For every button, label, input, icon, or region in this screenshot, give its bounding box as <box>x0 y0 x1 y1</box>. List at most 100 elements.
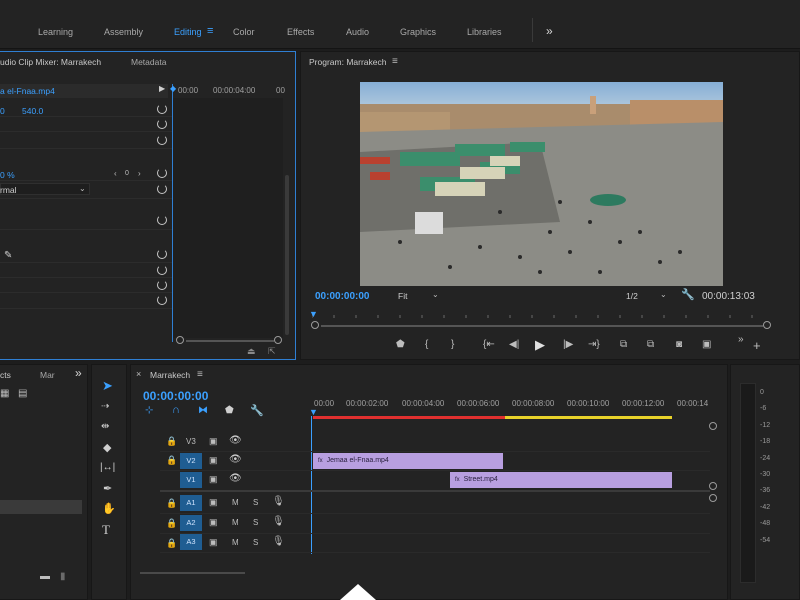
zoom-handle-left[interactable] <box>311 321 319 329</box>
step-forward-icon[interactable]: |▶ <box>563 339 573 350</box>
play-icon[interactable]: ▶ <box>535 337 545 353</box>
razor-tool-icon[interactable]: ◆ <box>103 441 111 454</box>
microphone-icon[interactable]: 🎙 <box>272 536 285 547</box>
program-video-frame[interactable] <box>360 82 723 286</box>
mute-button[interactable]: M <box>232 538 239 547</box>
wrench-icon[interactable]: 🔧 <box>681 288 695 301</box>
mute-button[interactable]: M <box>232 518 239 527</box>
snap-icon[interactable]: ∩ <box>172 404 180 416</box>
workspace-libraries[interactable]: Libraries <box>467 27 502 37</box>
solo-button[interactable]: S <box>253 498 258 507</box>
go-to-out-icon[interactable]: ⇥} <box>588 339 600 350</box>
export-frame-icon[interactable]: ⇱ <box>268 346 276 357</box>
panel-menu-icon[interactable]: ≡ <box>197 369 203 380</box>
next-keyframe-icon[interactable]: › <box>138 169 141 178</box>
pen-tool-icon[interactable]: ✒ <box>103 482 112 495</box>
video-audio-divider[interactable] <box>160 490 710 492</box>
new-item-icon[interactable]: ▤ <box>18 388 27 399</box>
track-target-a1[interactable]: A1 <box>180 495 202 511</box>
add-button-icon[interactable]: + <box>753 338 761 353</box>
program-timecode[interactable]: 00:00:00:00 <box>315 291 369 302</box>
track-target-v2[interactable]: V2 <box>180 453 202 469</box>
zoom-handle-left[interactable] <box>176 336 184 344</box>
tab-effects[interactable]: cts <box>0 370 11 380</box>
more-panels-icon[interactable]: » <box>75 366 82 380</box>
lift-icon[interactable]: ⧉ <box>620 339 627 350</box>
eye-icon[interactable]: 👁 <box>229 435 242 446</box>
workspace-graphics[interactable]: Graphics <box>400 27 436 37</box>
opacity-percent[interactable]: 0 % <box>0 170 15 180</box>
trash-icon[interactable]: ▮ <box>60 571 66 582</box>
reset-icon[interactable] <box>157 215 167 225</box>
extract-icon[interactable]: ⧉ <box>647 339 654 350</box>
nest-icon[interactable]: ⊹ <box>145 405 153 416</box>
workspace-editing[interactable]: Editing <box>174 27 202 37</box>
more-controls-icon[interactable]: » <box>738 334 744 345</box>
reset-icon[interactable] <box>157 184 167 194</box>
workspace-menu-icon[interactable]: ≡ <box>207 25 213 37</box>
solo-button[interactable]: S <box>253 538 258 547</box>
mute-button[interactable]: M <box>232 498 239 507</box>
eye-icon[interactable]: 👁 <box>229 473 242 484</box>
source-zoom-bar[interactable] <box>186 340 274 342</box>
reset-icon[interactable] <box>157 280 167 290</box>
microphone-icon[interactable]: 🎙 <box>272 516 285 527</box>
ripple-edit-tool-icon[interactable]: ⇹ <box>101 421 109 432</box>
sequence-tab[interactable]: Marrakech <box>150 370 190 380</box>
tab-audio-clip-mixer[interactable]: udio Clip Mixer: Marrakech <box>0 57 101 67</box>
workspace-color[interactable]: Color <box>233 27 255 37</box>
reset-icon[interactable] <box>157 104 167 114</box>
prev-keyframe-icon[interactable]: ‹ <box>114 169 117 178</box>
clip-v1[interactable]: fx Street.mp4 <box>450 472 672 488</box>
program-monitor-title[interactable]: Program: Marrakech <box>309 57 386 67</box>
comparison-view-icon[interactable]: ▣ <box>702 339 711 350</box>
sync-lock-icon[interactable]: ▣ <box>209 537 218 548</box>
add-marker-icon[interactable]: ⬟ <box>225 405 234 416</box>
vertical-zoom-handle[interactable] <box>709 494 717 502</box>
timeline-settings-icon[interactable]: 🔧 <box>250 404 264 417</box>
mark-out-icon[interactable]: } <box>451 339 454 350</box>
reset-icon[interactable] <box>157 119 167 129</box>
play-only-icon[interactable]: ▶ <box>159 84 165 93</box>
sync-lock-icon[interactable]: ▣ <box>209 436 218 447</box>
workspace-assembly[interactable]: Assembly <box>104 27 143 37</box>
reset-icon[interactable] <box>157 168 167 178</box>
sync-lock-icon[interactable]: ▣ <box>209 497 218 508</box>
eyedropper-icon[interactable]: ✎ <box>4 250 12 261</box>
reset-icon[interactable] <box>157 135 167 145</box>
more-workspaces-icon[interactable]: » <box>546 24 553 38</box>
timeline-timecode[interactable]: 00:00:00:00 <box>143 389 208 403</box>
vertical-zoom-handle[interactable] <box>709 422 717 430</box>
track-target-a2[interactable]: A2 <box>180 515 202 531</box>
camera-icon[interactable]: ◙ <box>676 339 682 350</box>
linked-selection-icon[interactable]: ⧓ <box>198 405 208 416</box>
reset-icon[interactable] <box>157 265 167 275</box>
keyframe-area[interactable] <box>173 98 283 338</box>
track-select-tool-icon[interactable]: ⇢ <box>101 401 109 412</box>
sync-lock-icon[interactable]: ▣ <box>209 517 218 528</box>
track-target-v1[interactable]: V1 <box>180 472 202 488</box>
microphone-icon[interactable]: 🎙 <box>272 496 285 507</box>
mark-in-icon[interactable]: { <box>425 339 428 350</box>
selection-tool-icon[interactable]: ➤ <box>102 378 113 394</box>
folder-icon[interactable]: ▬ <box>40 571 50 582</box>
timeline-horizontal-scrollbar[interactable] <box>140 572 245 574</box>
new-bin-icon[interactable]: ▦ <box>0 388 9 399</box>
track-target-a3[interactable]: A3 <box>180 534 202 550</box>
lock-icon[interactable]: 🔒 <box>166 538 177 549</box>
panel-menu-icon[interactable]: ≡ <box>392 56 398 67</box>
solo-button[interactable]: S <box>253 518 258 527</box>
sync-lock-icon[interactable]: ▣ <box>209 455 218 466</box>
track-label-v3[interactable]: V3 <box>186 437 196 446</box>
type-tool-icon[interactable]: T <box>102 522 110 538</box>
hand-tool-icon[interactable]: ✋ <box>102 502 116 515</box>
workspace-learning[interactable]: Learning <box>38 27 73 37</box>
lock-icon[interactable]: 🔒 <box>166 436 177 447</box>
step-back-icon[interactable]: ◀| <box>509 339 519 350</box>
workspace-audio[interactable]: Audio <box>346 27 369 37</box>
lock-icon[interactable]: 🔒 <box>166 498 177 509</box>
tab-metadata[interactable]: Metadata <box>131 57 166 67</box>
filter-icon[interactable]: ⏏ <box>247 346 256 357</box>
zoom-handle-right[interactable] <box>763 321 771 329</box>
eye-icon[interactable]: 👁 <box>229 454 242 465</box>
